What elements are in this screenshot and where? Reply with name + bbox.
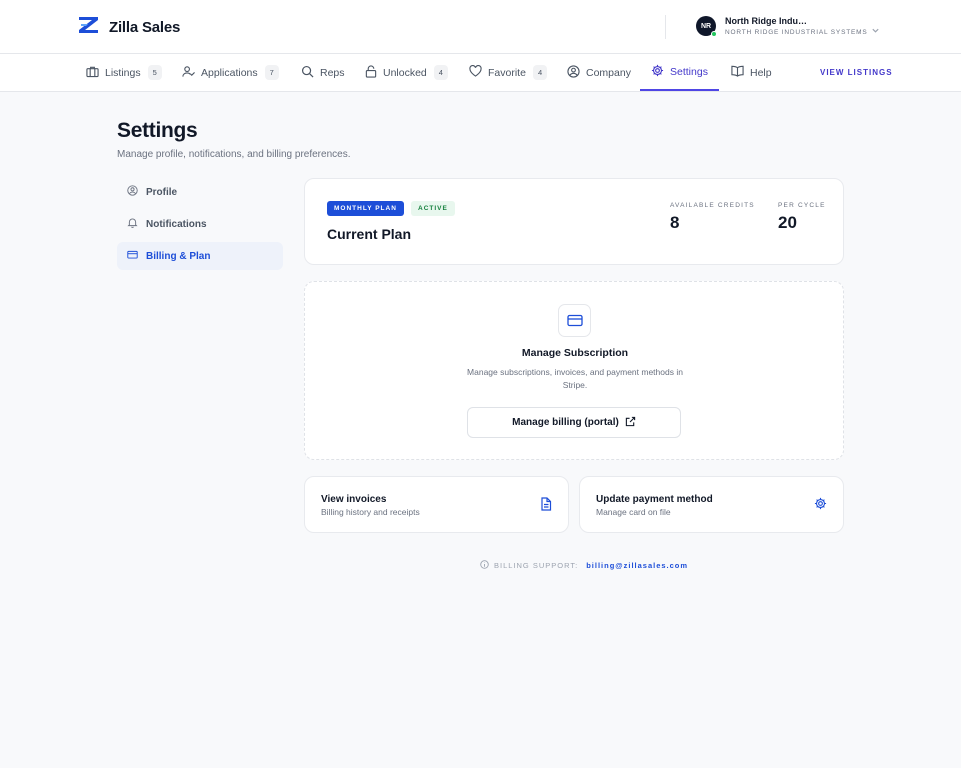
lock-icon xyxy=(365,64,383,81)
nav-label: Help xyxy=(750,66,772,79)
user-circle-icon xyxy=(567,64,586,81)
cycle-value: 20 xyxy=(778,213,797,232)
top-bar: Zilla Sales NR North Ridge Indu… NORTH R… xyxy=(0,0,961,54)
count-badge: 7 xyxy=(264,65,279,80)
current-plan-card: MONTHLY PLAN ACTIVE Current Plan AVAILAB… xyxy=(304,178,844,265)
credits-label: AVAILABLE CREDITS xyxy=(670,202,755,209)
main-nav: Listings 5 Applications 7 Reps Unlocked … xyxy=(0,54,961,92)
credit-card-icon xyxy=(127,249,146,263)
nav-applications[interactable]: Applications 7 xyxy=(182,54,279,91)
support-email-link[interactable]: billing@zillasales.com xyxy=(586,561,688,570)
nav-company[interactable]: Company xyxy=(567,54,631,91)
account-menu[interactable]: NR North Ridge Indu… NORTH RIDGE INDUSTR… xyxy=(696,16,868,37)
page-subtitle: Manage profile, notifications, and billi… xyxy=(117,149,351,160)
count-badge: 5 xyxy=(147,65,162,80)
sidebar-item-label: Profile xyxy=(146,186,178,198)
online-status-dot xyxy=(711,31,717,37)
book-icon xyxy=(731,65,750,80)
chevron-down-icon[interactable] xyxy=(871,22,880,40)
view-listings-link[interactable]: VIEW LISTINGS xyxy=(820,68,893,77)
count-badge: 4 xyxy=(532,65,548,80)
header-divider xyxy=(665,15,666,39)
nav-label: Settings xyxy=(670,65,708,78)
sidebar-item-notifications[interactable]: Notifications xyxy=(117,210,283,238)
manage-billing-button[interactable]: Manage billing (portal) xyxy=(467,407,681,438)
credit-card-icon xyxy=(558,304,591,337)
heart-icon xyxy=(469,64,488,80)
card-subtitle: Manage card on file xyxy=(596,507,671,517)
zilla-logo-icon xyxy=(78,16,99,39)
sidebar-item-label: Billing & Plan xyxy=(146,250,211,262)
sidebar-item-profile[interactable]: Profile xyxy=(117,178,283,206)
plan-badge: MONTHLY PLAN xyxy=(327,201,404,216)
card-subtitle: Billing history and receipts xyxy=(321,507,420,517)
account-subtitle: NORTH RIDGE INDUSTRIAL SYSTEMS xyxy=(725,29,868,36)
bell-icon xyxy=(127,217,146,231)
credits-value: 8 xyxy=(670,213,680,232)
nav-reps[interactable]: Reps xyxy=(301,54,345,91)
nav-label: Unlocked xyxy=(383,66,427,79)
nav-label: Applications xyxy=(201,66,258,79)
nav-label: Listings xyxy=(105,66,141,79)
update-payment-card[interactable]: Update payment method Manage card on fil… xyxy=(579,476,844,533)
subscription-title: Manage Subscription xyxy=(521,347,629,359)
nav-label: Reps xyxy=(320,66,345,79)
avatar-initials: NR xyxy=(700,22,712,30)
info-icon xyxy=(480,560,489,571)
user-check-icon xyxy=(182,65,201,81)
manage-subscription-card: Manage Subscription Manage subscriptions… xyxy=(304,281,844,460)
nav-help[interactable]: Help xyxy=(731,54,772,91)
available-credits-stat: AVAILABLE CREDITS 8 xyxy=(670,202,755,233)
document-icon xyxy=(540,497,552,516)
card-title: View invoices xyxy=(321,494,387,505)
brand-logo[interactable]: Zilla Sales xyxy=(78,16,180,39)
user-circle-icon xyxy=(127,185,146,199)
gear-icon xyxy=(814,497,827,515)
subscription-description: Manage subscriptions, invoices, and paym… xyxy=(467,367,683,390)
sidebar-item-billing[interactable]: Billing & Plan xyxy=(117,242,283,270)
cycle-label: PER CYCLE xyxy=(778,202,826,209)
search-icon xyxy=(301,65,320,81)
billing-support: BILLING SUPPORT: billing@zillasales.com xyxy=(480,560,688,571)
gear-icon xyxy=(651,64,670,80)
button-label: Manage billing (portal) xyxy=(512,417,619,428)
support-label: BILLING SUPPORT: xyxy=(494,561,579,570)
view-invoices-card[interactable]: View invoices Billing history and receip… xyxy=(304,476,569,533)
card-title: Update payment method xyxy=(596,494,713,505)
page-title: Settings xyxy=(117,119,198,142)
nav-listings[interactable]: Listings 5 xyxy=(86,54,162,91)
plan-title: Current Plan xyxy=(327,226,412,242)
sidebar-item-label: Notifications xyxy=(146,218,207,230)
nav-settings[interactable]: Settings xyxy=(640,54,719,91)
count-badge: 4 xyxy=(433,65,448,80)
avatar: NR xyxy=(696,16,717,37)
nav-label: Favorite xyxy=(488,66,526,79)
per-cycle-stat: PER CYCLE 20 xyxy=(778,202,826,233)
account-name: North Ridge Indu… xyxy=(725,16,807,26)
briefcase-icon xyxy=(86,65,105,81)
status-badge: ACTIVE xyxy=(411,201,455,216)
nav-unlocked[interactable]: Unlocked 4 xyxy=(365,54,448,91)
nav-label: Company xyxy=(586,66,631,79)
brand-name: Zilla Sales xyxy=(109,19,181,36)
external-link-icon xyxy=(619,416,636,430)
nav-favorite[interactable]: Favorite 4 xyxy=(469,54,548,91)
